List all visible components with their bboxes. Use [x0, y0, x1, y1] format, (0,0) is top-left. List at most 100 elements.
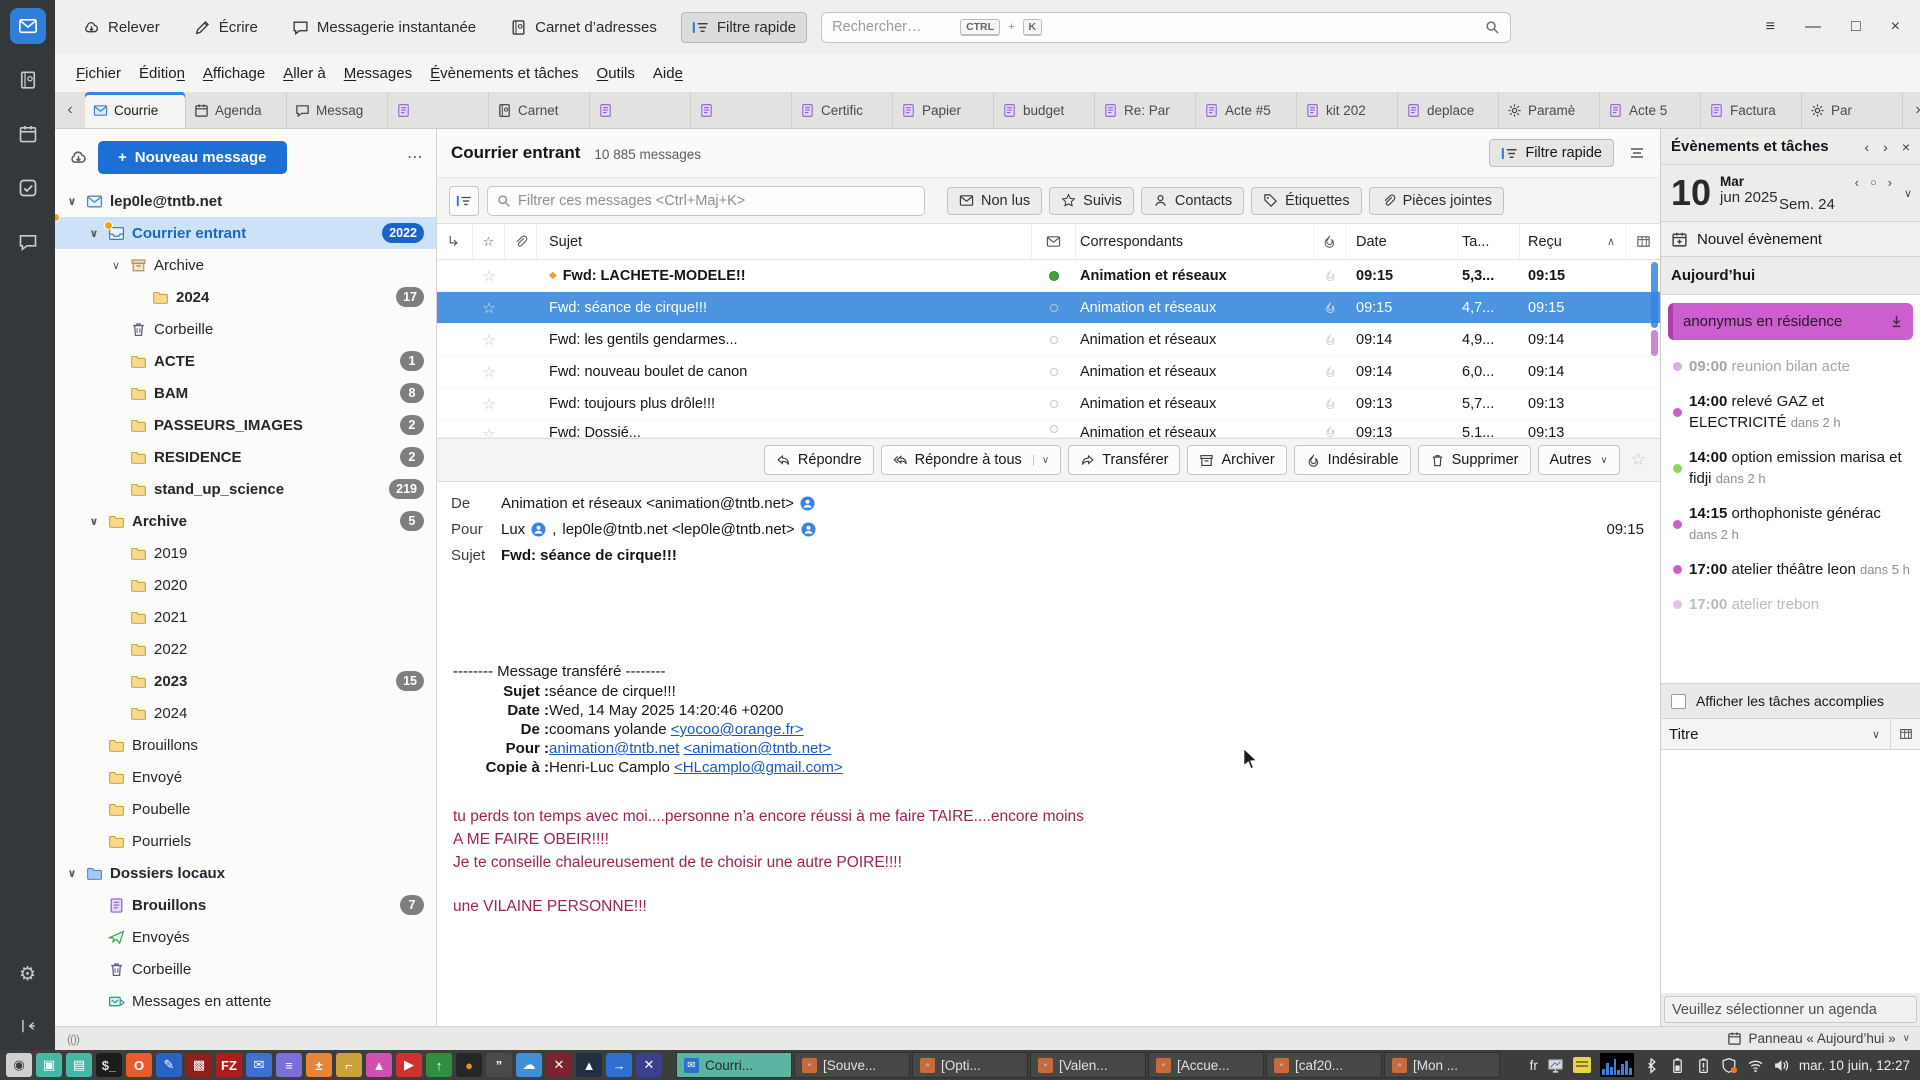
received-column-header[interactable]: Reçu∧	[1520, 224, 1626, 259]
tab-acte-5[interactable]: Acte 5	[1600, 92, 1701, 128]
junk-icon[interactable]	[1324, 425, 1337, 438]
filter-non-lus-button[interactable]: Non lus	[947, 187, 1042, 215]
space-address-book-button[interactable]	[10, 62, 46, 98]
star-icon[interactable]: ☆	[482, 299, 495, 317]
message-list-scrollbar[interactable]	[1650, 260, 1658, 438]
keyboard-layout-indicator[interactable]: fr	[1530, 1058, 1538, 1073]
space-calendar-button[interactable]	[10, 116, 46, 152]
close-button[interactable]: ×	[1891, 18, 1900, 36]
scroll-tabs-left-button[interactable]: ‹	[55, 92, 85, 128]
archiver-button[interactable]: Archiver	[1187, 445, 1286, 475]
battery-alert-icon[interactable]	[1695, 1057, 1712, 1074]
previous-day-button[interactable]: ‹	[1864, 139, 1869, 155]
filter-pi-ces-jointes-button[interactable]: Pièces jointes	[1369, 187, 1504, 215]
email-link[interactable]: <yocoo@orange.fr>	[671, 721, 804, 738]
taskbar-quotes-app[interactable]: ”	[486, 1053, 512, 1077]
all-day-event[interactable]: anonymus en résidence	[1668, 303, 1913, 340]
date-expand-button[interactable]: ∨	[1904, 187, 1912, 200]
folder-corbeille[interactable]: Corbeille	[55, 953, 436, 985]
menu-affichage[interactable]: Affichage	[194, 60, 274, 87]
quick-filter-search[interactable]	[487, 186, 925, 216]
folder-acte[interactable]: ACTE1	[55, 345, 436, 377]
sticky-filter-button[interactable]	[449, 186, 479, 216]
space-tasks-button[interactable]	[10, 170, 46, 206]
star-column-header[interactable]: ☆	[473, 224, 505, 259]
folder-brouillons[interactable]: Brouillons	[55, 729, 436, 761]
taskbar-window-4[interactable]: ◦[Accue...	[1148, 1052, 1264, 1078]
message-row[interactable]: ☆ Fwd: Dossié... Animation et réseaux 09…	[437, 420, 1660, 438]
read-dot[interactable]	[1050, 368, 1058, 376]
folder-messages-en-attente[interactable]: Messages en attente	[55, 985, 436, 1017]
taskbar-cloud-app[interactable]: ☁	[516, 1053, 542, 1077]
date-column-header[interactable]: Date	[1346, 224, 1458, 259]
menu-outils[interactable]: Outils	[588, 60, 644, 87]
taskbar-remote-app[interactable]: →	[606, 1053, 632, 1077]
r-pondre-tous-button[interactable]: Répondre à tous∨	[881, 445, 1062, 475]
message-row[interactable]: ☆ ◆Fwd: LACHETE-MODELE!! Animation et ré…	[437, 260, 1660, 292]
calendar-event[interactable]: 17:00 atelier trebon	[1661, 582, 1920, 617]
star-icon[interactable]: ☆	[482, 363, 495, 381]
date-today-button[interactable]: ○	[1870, 177, 1877, 189]
tab-budget[interactable]: budget	[994, 92, 1095, 128]
transf-rer-button[interactable]: Transférer	[1068, 445, 1180, 475]
junk-icon[interactable]	[1324, 333, 1337, 346]
to-address[interactable]: lep0le@tntb.net <lep0le@tntb.net>	[562, 521, 794, 538]
folder-stand-up-science[interactable]: stand_up_science219	[55, 473, 436, 505]
taskbar-hook-app[interactable]: ⌐	[336, 1053, 362, 1077]
settings-button[interactable]: ⚙	[10, 956, 46, 992]
taskbar-upload-app[interactable]: ↑	[426, 1053, 452, 1077]
menu-aide[interactable]: Aide	[644, 60, 692, 87]
expand-chevron-icon[interactable]: ∨	[65, 867, 79, 880]
message-list-display-options-button[interactable]	[1624, 140, 1650, 166]
maximize-button[interactable]: □	[1851, 18, 1861, 36]
menu-fichier[interactable]: Fichier	[67, 60, 130, 87]
display-icon[interactable]	[1547, 1057, 1564, 1074]
menu--dition[interactable]: Édition	[130, 60, 194, 87]
today-pane-toggle[interactable]: Panneau « Aujourd’hui » ∨	[1727, 1031, 1910, 1046]
task-title-column[interactable]: Titre	[1661, 726, 1698, 743]
email-link[interactable]: <HLcamplo@gmail.com>	[674, 759, 843, 776]
folder-2024[interactable]: 202417	[55, 281, 436, 313]
taskbar-mail-app[interactable]: ✉	[246, 1053, 272, 1077]
filter-contacts-button[interactable]: Contacts	[1141, 187, 1244, 215]
thread-column-header[interactable]	[437, 224, 473, 259]
wifi-icon[interactable]	[1747, 1057, 1764, 1074]
filter-suivis-button[interactable]: Suivis	[1049, 187, 1134, 215]
scroll-tabs-right-button[interactable]: ›	[1903, 92, 1920, 128]
expand-chevron-icon[interactable]: ∨	[87, 227, 101, 240]
tab-kit-202[interactable]: kit 202	[1297, 92, 1398, 128]
global-search[interactable]: CTRL + K	[821, 12, 1511, 43]
attachment-column-header[interactable]	[505, 224, 537, 259]
star-message-button[interactable]: ☆	[1631, 450, 1646, 470]
calendar-event[interactable]: 09:00 reunion bilan acte	[1661, 344, 1920, 379]
audio-visualizer[interactable]	[1600, 1053, 1634, 1077]
star-icon[interactable]: ☆	[482, 395, 495, 413]
star-icon[interactable]: ☆	[482, 267, 495, 285]
filter--tiquettes-button[interactable]: Étiquettes	[1251, 187, 1362, 215]
folder-envoy-[interactable]: Envoyé	[55, 761, 436, 793]
autres-button[interactable]: Autres∨	[1538, 445, 1620, 475]
battery-icon[interactable]	[1669, 1057, 1686, 1074]
date-back-button[interactable]: ‹	[1855, 175, 1859, 190]
contact-badge-icon[interactable]	[531, 522, 546, 537]
toolbar-messagerie-instantan-e-button[interactable]: Messagerie instantanée	[282, 13, 486, 42]
calendar-event[interactable]: 14:00 relevé GAZ et ELECTRICITÉ dans 2 h	[1661, 379, 1920, 435]
toolbar-carnet-d-adresses-button[interactable]: Carnet d’adresses	[500, 13, 667, 42]
folder-pourriels[interactable]: Pourriels	[55, 825, 436, 857]
folder-archive[interactable]: ∨Archive	[55, 249, 436, 281]
taskbar-window-0[interactable]: ✉Courri...	[676, 1052, 792, 1078]
get-messages-icon[interactable]	[69, 148, 88, 167]
space-chat-button[interactable]	[10, 224, 46, 260]
calendar-event[interactable]: 17:00 atelier théâtre leon dans 5 h	[1661, 547, 1920, 582]
collapse-spaces-button[interactable]	[10, 1008, 46, 1044]
tab-untitled-3[interactable]	[388, 92, 489, 128]
folder-bam[interactable]: BAM8	[55, 377, 436, 409]
tab-untitled-5[interactable]	[590, 92, 691, 128]
menu--v-nements-et-t-ches[interactable]: Évènements et tâches	[421, 60, 587, 87]
folder-lep0le-tntb-net[interactable]: ∨lep0le@tntb.net	[55, 185, 436, 217]
tab-certific[interactable]: Certific	[792, 92, 893, 128]
tab-re-par[interactable]: Re: Par	[1095, 92, 1196, 128]
calendar-event[interactable]: 14:15 orthophoniste générac dans 2 h	[1661, 491, 1920, 547]
taskbar-window-2[interactable]: ◦[Opti...	[912, 1052, 1028, 1078]
new-event-button[interactable]: Nouvel évènement	[1661, 222, 1920, 257]
